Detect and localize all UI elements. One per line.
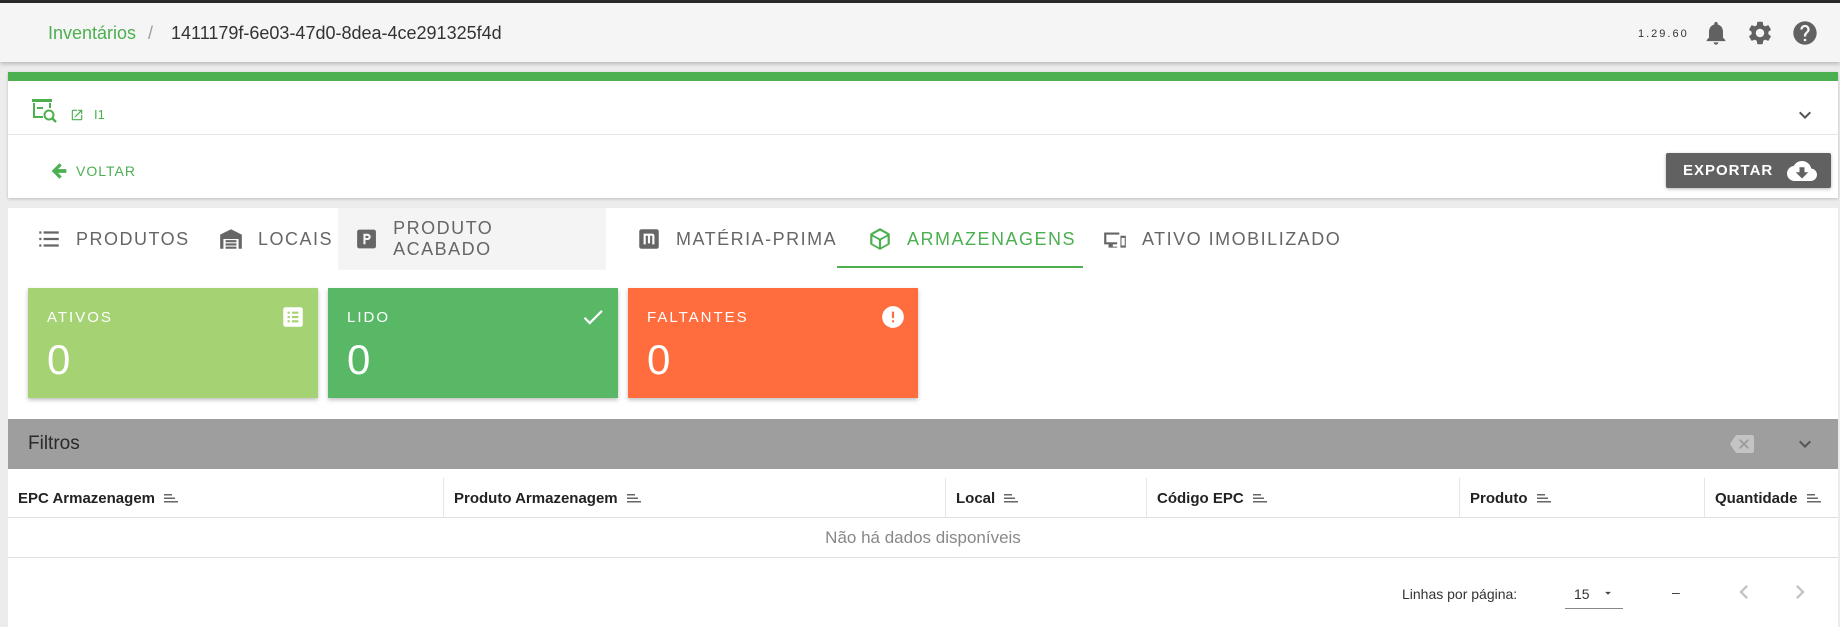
letter-p-icon <box>357 229 376 249</box>
sort-icon <box>1536 494 1551 503</box>
tab-armazenagens-label: ARMAZENAGENS <box>907 228 1077 249</box>
column-header-label: Local <box>956 489 996 507</box>
rows-per-page-label: Linhas por página: <box>1402 586 1518 602</box>
tab-materia-prima[interactable]: MATÉRIA-PRIMA <box>620 208 853 270</box>
breadcrumb-current: 1411179f-6e03-47d0-8dea-4ce291325f4d <box>171 23 502 43</box>
tab-bar: PRODUTOS LOCAIS PRODUTO ACABADO MATÉRIA-… <box>8 208 1838 270</box>
gear-icon[interactable] <box>1746 19 1774 47</box>
warehouse-icon <box>220 229 242 249</box>
devices-icon <box>1104 232 1126 248</box>
check-icon <box>580 304 606 330</box>
page-info: – <box>1672 584 1680 600</box>
inventory-status-bar <box>8 72 1838 81</box>
column-header-produto-armazenagem[interactable]: Produto Armazenagem <box>443 478 945 518</box>
chevron-left-icon <box>1739 585 1748 599</box>
column-header-label: Código EPC <box>1157 489 1244 507</box>
column-header-codigo-epc[interactable]: Código EPC <box>1146 478 1459 518</box>
stat-faltantes-value: 0 <box>647 336 671 383</box>
sort-icon <box>626 494 641 503</box>
tab-ativo-imobilizado-label: ATIVO IMOBILIZADO <box>1142 228 1342 249</box>
stat-ativos-value: 0 <box>47 336 71 383</box>
tab-ativo-imobilizado[interactable]: ATIVO IMOBILIZADO <box>1086 208 1357 270</box>
breadcrumb-separator: / <box>148 23 154 43</box>
bell-icon[interactable] <box>1702 19 1730 47</box>
back-button[interactable]: VOLTAR <box>48 160 136 182</box>
column-header-epc-armazenagem[interactable]: EPC Armazenagem <box>8 478 443 518</box>
sort-icon <box>1806 494 1821 503</box>
tab-locais[interactable]: LOCAIS <box>202 208 349 270</box>
inventory-card: I1 VOLTAR EXPORTAR <box>8 72 1838 198</box>
filters-title: Filtros <box>28 433 80 454</box>
column-header-label: Quantidade <box>1715 489 1798 507</box>
stat-faltantes-title: FALTANTES <box>647 309 749 326</box>
open-external-icon[interactable] <box>70 108 84 122</box>
previous-page-button[interactable] <box>1730 578 1758 606</box>
storage-panel: PRODUTOS LOCAIS PRODUTO ACABADO MATÉRIA-… <box>8 208 1838 627</box>
tab-materia-prima-label: MATÉRIA-PRIMA <box>676 228 838 249</box>
active-tab-indicator <box>837 266 1083 268</box>
back-button-label: VOLTAR <box>76 163 136 179</box>
top-bar: Inventários / 1411179f-6e03-47d0-8dea-4c… <box>0 3 1840 62</box>
column-header-produto[interactable]: Produto <box>1459 478 1704 518</box>
column-header-label: Produto Armazenagem <box>454 489 618 507</box>
tab-produto-acabado[interactable]: PRODUTO ACABADO <box>338 208 606 270</box>
tab-produto-acabado-label: PRODUTO ACABADO <box>393 218 494 259</box>
backspace-clear-icon[interactable] <box>1730 432 1754 456</box>
tab-produtos-label: PRODUTOS <box>76 228 190 249</box>
export-button[interactable]: EXPORTAR <box>1666 153 1831 188</box>
rows-per-page-value: 15 <box>1574 586 1590 602</box>
alert-circle-icon <box>880 304 906 330</box>
stat-lido-title: LIDO <box>347 309 391 326</box>
package-icon <box>870 228 890 250</box>
tab-locais-label: LOCAIS <box>258 228 334 249</box>
column-header-label: EPC Armazenagem <box>18 489 155 507</box>
list-icon <box>39 231 59 247</box>
inventory-search-icon <box>30 97 58 125</box>
inventory-name: I1 <box>94 107 105 122</box>
chevron-down-icon[interactable] <box>1793 432 1817 456</box>
chevron-down-icon[interactable] <box>1793 103 1817 127</box>
sort-icon <box>1252 494 1267 503</box>
chevron-right-icon <box>1796 585 1805 599</box>
column-header-label: Produto <box>1470 489 1528 507</box>
column-header-quantidade[interactable]: Quantidade <box>1704 478 1838 518</box>
tab-produtos[interactable]: PRODUTOS <box>20 208 206 270</box>
table-header: EPC Armazenagem Produto Armazenagem Loca… <box>8 478 1838 518</box>
stat-lido-value: 0 <box>347 336 371 383</box>
export-button-label: EXPORTAR <box>1683 162 1774 179</box>
table-empty-message: Não há dados disponíveis <box>8 518 1838 558</box>
stat-ativos-title: ATIVOS <box>47 309 113 326</box>
list-box-icon <box>280 304 306 330</box>
table-footer: Linhas por página: 15 – <box>8 558 1838 627</box>
app-version: 1.29.60 <box>1638 28 1689 40</box>
letter-m-icon <box>639 229 659 249</box>
tab-armazenagens[interactable]: ARMAZENAGENS <box>851 208 1092 270</box>
column-header-local[interactable]: Local <box>945 478 1146 518</box>
stat-card-ativos: ATIVOS 0 <box>28 288 318 398</box>
sort-icon <box>1004 494 1019 503</box>
cloud-download-icon <box>1787 160 1818 181</box>
rows-per-page-select[interactable]: 15 <box>1565 576 1623 609</box>
next-page-button[interactable] <box>1786 578 1814 606</box>
caret-down-icon <box>1601 586 1615 600</box>
filters-bar[interactable]: Filtros <box>8 419 1838 469</box>
breadcrumb-inventarios-link[interactable]: Inventários <box>48 23 136 44</box>
inventory-header-row: I1 <box>8 81 1838 135</box>
help-icon[interactable] <box>1791 19 1819 47</box>
stat-card-lido: LIDO 0 <box>328 288 618 398</box>
sort-icon <box>164 494 178 503</box>
stat-card-faltantes: FALTANTES 0 <box>628 288 918 398</box>
arrow-left-icon <box>51 163 67 179</box>
